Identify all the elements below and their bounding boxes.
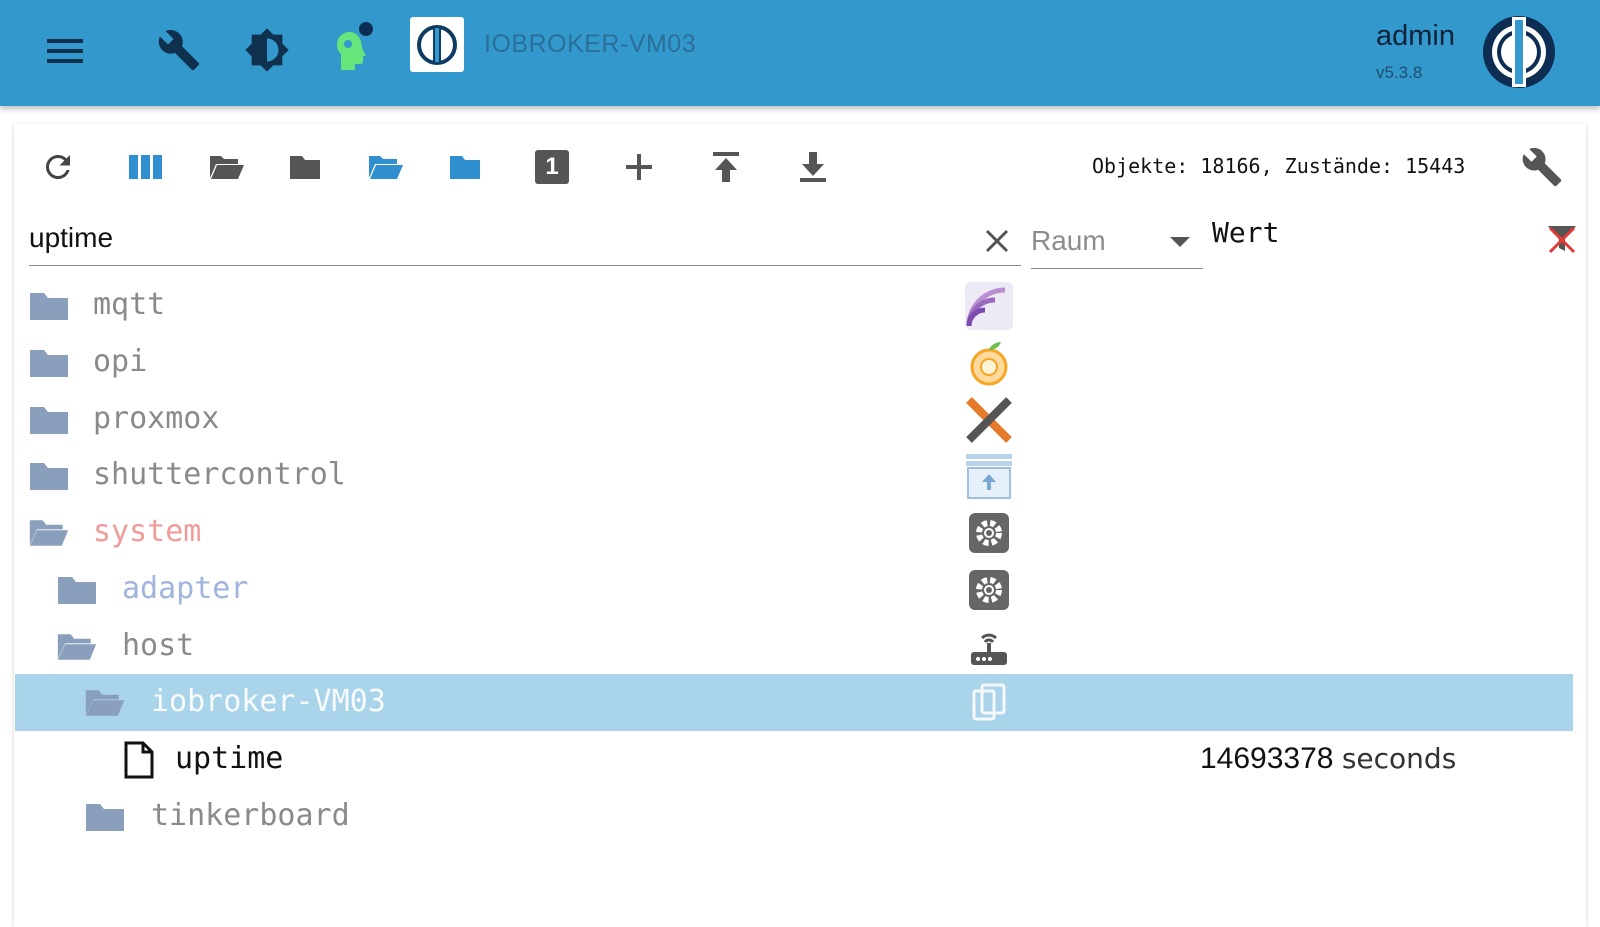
expand-all-icon	[210, 156, 244, 179]
settings-button[interactable]	[150, 22, 208, 78]
depth-number: 1	[545, 153, 559, 180]
add-object-icon	[626, 154, 652, 180]
refresh-icon	[46, 155, 70, 179]
host-title: IOBROKER-VM03	[484, 30, 697, 58]
clear-filter-button[interactable]	[979, 223, 1015, 259]
iobroker-logo[interactable]	[410, 17, 464, 72]
opi-adapter-icon	[965, 339, 1013, 387]
user-avatar-icon	[1483, 16, 1555, 88]
folder-open-icon	[56, 630, 98, 664]
tree-row-uptime[interactable]: uptime 14693378 seconds	[15, 731, 1573, 788]
tree-row-opi[interactable]: opi	[15, 334, 1573, 391]
mqtt-adapter-icon	[965, 282, 1013, 330]
tree-row-label: mqtt	[93, 287, 166, 322]
state-unit: seconds	[1341, 742, 1457, 775]
tree-row-mqtt[interactable]: mqtt	[15, 277, 1573, 334]
upload-icon	[713, 152, 739, 182]
expand-all-button[interactable]	[200, 143, 252, 191]
user-avatar[interactable]	[1481, 14, 1557, 90]
menu-button[interactable]	[36, 28, 94, 74]
system-gear-icon	[965, 509, 1013, 557]
clear-all-filters-button[interactable]	[1542, 219, 1582, 259]
id-filter	[29, 210, 1021, 266]
version-label: v5.3.8	[1376, 63, 1423, 82]
tree-row-system[interactable]: system	[15, 504, 1573, 561]
tree-row-proxmox[interactable]: proxmox	[15, 391, 1573, 448]
folder-open-icon	[28, 516, 70, 550]
adapter-gear-icon	[965, 566, 1013, 614]
tree-row-label: shuttercontrol	[93, 457, 346, 492]
close-icon	[985, 229, 1009, 253]
refresh-button[interactable]	[32, 143, 84, 191]
brightness-icon	[245, 28, 289, 72]
wrench-icon	[1522, 147, 1562, 187]
download-button[interactable]	[787, 143, 839, 191]
id-filter-input[interactable]	[29, 218, 949, 258]
shuttercontrol-adapter-icon	[965, 452, 1013, 500]
value-column-header: Wert	[1212, 216, 1280, 249]
chevron-down-icon	[1170, 237, 1190, 247]
menu-icon	[47, 39, 83, 63]
file-icon	[118, 741, 160, 779]
tree-row-label: iobroker-VM03	[151, 684, 386, 719]
room-select[interactable]: Raum	[1031, 213, 1203, 269]
state-value[interactable]: 14693378 seconds	[1200, 739, 1456, 779]
folder-icon	[28, 289, 70, 323]
tree-row-label: proxmox	[93, 401, 220, 436]
proxmox-adapter-icon	[965, 396, 1013, 444]
download-icon	[800, 152, 826, 182]
tree-row-label: adapter	[122, 571, 249, 606]
iobroker-logo-icon	[417, 24, 457, 65]
state-value-number: 14693378	[1200, 742, 1334, 775]
tree-row-label: opi	[93, 344, 148, 379]
tree-row-label: tinkerboard	[151, 798, 350, 833]
filter-off-icon	[1548, 226, 1576, 254]
copy-icon[interactable]	[965, 679, 1013, 727]
depth-number-icon: 1	[535, 150, 569, 184]
tree-row-label: host	[122, 628, 195, 663]
tree-row-label: system	[93, 514, 202, 549]
folder-open-icon	[84, 686, 126, 720]
columns-icon	[129, 155, 162, 179]
upload-button[interactable]	[700, 143, 752, 191]
host-router-icon	[965, 623, 1013, 671]
depth-button[interactable]: 1	[526, 143, 578, 191]
theme-toggle-button[interactable]	[238, 22, 296, 78]
customize-button[interactable]	[1514, 140, 1570, 194]
object-stats: Objekte: 18166, Zustände: 15443	[1092, 154, 1466, 178]
expert-mode-icon	[337, 22, 373, 70]
folder-icon	[28, 403, 70, 437]
tree-row-iobroker-vm03[interactable]: iobroker-VM03	[15, 674, 1573, 731]
expert-mode-button[interactable]	[322, 16, 382, 78]
folder-icon	[28, 459, 70, 493]
tree-row-label: uptime	[175, 741, 284, 776]
expand-one-level-icon	[369, 156, 403, 179]
folder-icon	[56, 573, 98, 607]
tree-row-adapter[interactable]: adapter	[15, 561, 1573, 618]
tree-row-shuttercontrol[interactable]: shuttercontrol	[15, 447, 1573, 504]
collapse-one-level-icon	[450, 156, 480, 179]
wrench-icon	[158, 30, 200, 71]
app-bar: IOBROKER-VM03 admin v5.3.8	[0, 0, 1600, 106]
collapse-one-level-button[interactable]	[439, 143, 491, 191]
collapse-all-button[interactable]	[279, 143, 331, 191]
collapse-all-icon	[290, 156, 320, 179]
folder-icon	[28, 346, 70, 380]
add-object-button[interactable]	[613, 143, 665, 191]
folder-icon	[84, 800, 126, 834]
columns-button[interactable]	[120, 143, 172, 191]
tree-row-tinkerboard[interactable]: tinkerboard	[15, 788, 1573, 845]
expand-one-level-button[interactable]	[359, 143, 411, 191]
tree-row-host[interactable]: host	[15, 618, 1573, 675]
user-name: admin	[1376, 20, 1455, 52]
room-placeholder: Raum	[1031, 225, 1106, 256]
